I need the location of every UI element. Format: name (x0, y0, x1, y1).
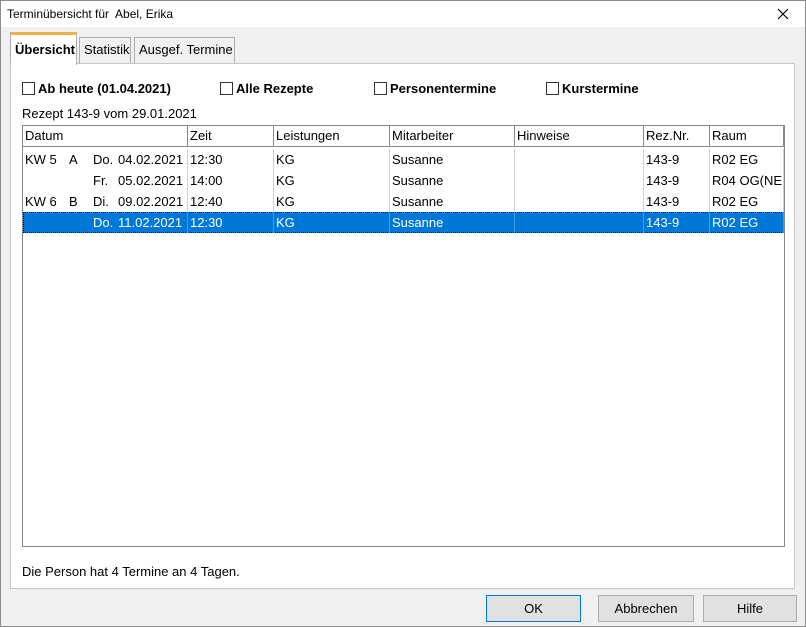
checkbox-icon (22, 82, 35, 95)
cell-mitarbeiter: Susanne (390, 191, 515, 212)
cell-raum: R04 OG(NE (710, 170, 784, 191)
window-title: Terminübersicht für Abel, Erika (7, 7, 174, 21)
column-header-mitarbeiter[interactable]: Mitarbeiter (390, 126, 515, 147)
table-header: Datum Zeit Leistungen Mitarbeiter Hinwei… (23, 126, 784, 147)
cell-reznr: 143-9 (644, 191, 710, 212)
column-header-hinweise[interactable]: Hinweise (515, 126, 644, 147)
cell-datum: Fr. 05.02.2021 (23, 170, 188, 191)
cell-datum: KW 5 A Do. 04.02.2021 (23, 149, 188, 170)
table-row-selected[interactable]: Do. 11.02.2021 12:30 KG Susanne 143-9 R0… (23, 212, 784, 233)
cell-zeit: 12:30 (188, 212, 274, 233)
column-header-reznr[interactable]: Rez.Nr. (644, 126, 710, 147)
date-label: 04.02.2021 (118, 152, 184, 167)
date-label: 05.02.2021 (118, 173, 184, 188)
weekday-label: Fr. (93, 173, 109, 188)
tab-ausgef-termine[interactable]: Ausgef. Termine (134, 37, 235, 64)
dialog-window: Terminübersicht für Abel, Erika Übersich… (0, 0, 806, 627)
cell-reznr: 143-9 (644, 212, 710, 233)
cell-zeit: 12:30 (188, 149, 274, 170)
cell-reznr: 143-9 (644, 170, 710, 191)
alle-rezepte-label: Alle Rezepte (236, 81, 314, 96)
kw-label: KW 5 (25, 152, 57, 167)
cell-mitarbeiter: Susanne (390, 170, 515, 191)
cell-hinweise (515, 170, 644, 191)
cell-leistungen: KG (274, 149, 390, 170)
weekday-label: Di. (93, 194, 109, 209)
cell-reznr: 143-9 (644, 149, 710, 170)
table-row[interactable]: KW 5 A Do. 04.02.2021 12:30 KG Susanne 1… (23, 149, 784, 170)
ab-heute-checkbox[interactable]: Ab heute (01.04.2021) (22, 81, 171, 96)
close-button[interactable] (761, 1, 805, 27)
checkbox-icon (374, 82, 387, 95)
cell-raum: R02 EG (710, 149, 784, 170)
cell-mitarbeiter: Susanne (390, 212, 515, 233)
cell-hinweise (515, 212, 644, 233)
cell-raum: R02 EG (710, 212, 784, 233)
table-row[interactable]: Fr. 05.02.2021 14:00 KG Susanne 143-9 R0… (23, 170, 784, 191)
date-label: 11.02.2021 (118, 215, 183, 230)
uebersicht-panel: Ab heute (01.04.2021) Alle Rezepte Perso… (10, 63, 795, 589)
cell-hinweise (515, 149, 644, 170)
kw-label: KW 6 (25, 194, 57, 209)
cell-zeit: 14:00 (188, 170, 274, 191)
weekday-label: Do. (93, 152, 114, 167)
cell-raum: R02 EG (710, 191, 784, 212)
alle-rezepte-checkbox[interactable]: Alle Rezepte (220, 81, 313, 96)
tab-statistik[interactable]: Statistik (79, 37, 131, 64)
checkbox-icon (220, 82, 233, 95)
tab-label: Statistik (84, 42, 130, 57)
cell-leistungen: KG (274, 212, 390, 233)
tab-uebersicht[interactable]: Übersicht (10, 32, 77, 65)
tab-label: Ausgef. Termine (139, 42, 233, 57)
ok-button[interactable]: OK (486, 595, 581, 622)
column-header-raum[interactable]: Raum (710, 126, 784, 147)
ab-heute-label: Ab heute (01.04.2021) (38, 81, 171, 96)
cell-leistungen: KG (274, 191, 390, 212)
kurstermine-label: Kurstermine (562, 81, 639, 96)
help-button[interactable]: Hilfe (703, 595, 797, 622)
column-header-datum[interactable]: Datum (23, 126, 188, 147)
personentermine-checkbox[interactable]: Personentermine (374, 81, 496, 96)
group-label: A (69, 152, 78, 167)
kurstermine-checkbox[interactable]: Kurstermine (546, 81, 639, 96)
table-row[interactable]: KW 6 B Di. 09.02.2021 12:40 KG Susanne 1… (23, 191, 784, 212)
date-label: 09.02.2021 (118, 194, 184, 209)
rezept-info: Rezept 143-9 vom 29.01.2021 (22, 106, 197, 121)
cell-zeit: 12:40 (188, 191, 274, 212)
cancel-button[interactable]: Abbrechen (598, 595, 694, 622)
termine-table[interactable]: Datum Zeit Leistungen Mitarbeiter Hinwei… (22, 125, 785, 547)
cell-leistungen: KG (274, 170, 390, 191)
close-icon (777, 8, 789, 20)
cell-mitarbeiter: Susanne (390, 149, 515, 170)
cell-hinweise (515, 191, 644, 212)
column-header-zeit[interactable]: Zeit (188, 126, 274, 147)
column-header-leistungen[interactable]: Leistungen (274, 126, 390, 147)
cell-datum: Do. 11.02.2021 (23, 212, 188, 233)
cell-datum: KW 6 B Di. 09.02.2021 (23, 191, 188, 212)
checkbox-icon (546, 82, 559, 95)
group-label: B (69, 194, 78, 209)
personentermine-label: Personentermine (390, 81, 497, 96)
status-text: Die Person hat 4 Termine an 4 Tagen. (22, 564, 240, 579)
tab-label: Übersicht (15, 42, 75, 57)
weekday-label: Do. (93, 215, 114, 230)
title-bar: Terminübersicht für Abel, Erika (1, 1, 805, 27)
